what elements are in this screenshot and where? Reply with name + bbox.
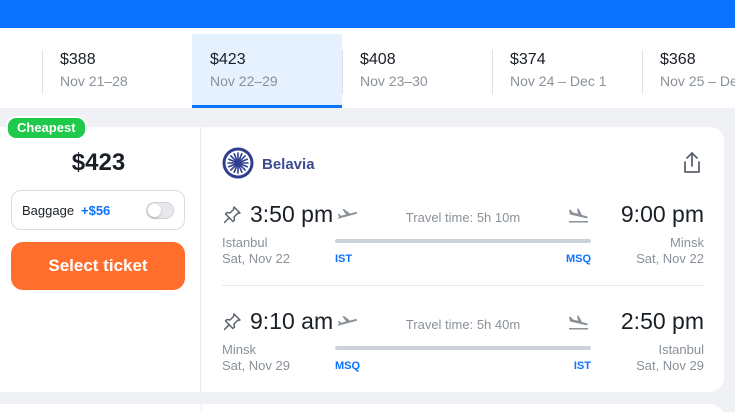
date-tab-price: $423 bbox=[210, 51, 246, 68]
segment-divider bbox=[222, 285, 704, 286]
tab-separator bbox=[642, 50, 643, 94]
date-tab[interactable]: $408 Nov 23–30 bbox=[342, 34, 492, 108]
date-tab-range: Nov 24 – Dec 1 bbox=[510, 73, 607, 89]
date-price-selector: $388 Nov 21–28 $423 Nov 22–29 $408 Nov 2… bbox=[0, 28, 735, 108]
departure-city: Istanbul bbox=[222, 235, 268, 250]
travel-time: Travel time: 5h 40m bbox=[405, 317, 521, 332]
departure-time: 3:50 pm bbox=[250, 201, 334, 227]
date-tab-range: Nov 25 – Dec 2 bbox=[660, 73, 735, 89]
departure-date: Sat, Nov 22 bbox=[222, 251, 290, 266]
belavia-logo bbox=[222, 147, 254, 179]
cheapest-badge: Cheapest bbox=[6, 116, 87, 140]
date-tab-price: $368 bbox=[660, 51, 696, 68]
flight-segment-return: 9:10 am Minsk Sat, Nov 29 Travel time: 5… bbox=[222, 308, 704, 388]
arrival-airport-code: IST bbox=[573, 360, 591, 372]
tab-separator bbox=[492, 50, 493, 94]
plane-landing-icon bbox=[569, 208, 588, 223]
travel-time: Travel time: 5h 10m bbox=[405, 210, 521, 225]
ticket-price: $423 bbox=[71, 149, 126, 176]
baggage-label: Baggage bbox=[22, 203, 75, 218]
date-tab-price: $408 bbox=[360, 51, 396, 68]
departure-city: Minsk bbox=[222, 342, 256, 357]
ticket-price-panel: $423 Baggage +$56 Select ticket bbox=[0, 127, 201, 392]
date-tab-price: $388 bbox=[60, 51, 96, 68]
select-ticket-button[interactable]: Select ticket bbox=[11, 242, 185, 290]
date-tab-range: Nov 21–28 bbox=[60, 73, 128, 89]
date-tab-selected[interactable]: $423 Nov 22–29 bbox=[192, 34, 342, 108]
departure-airport-code: MSQ bbox=[335, 360, 361, 372]
pin-icon[interactable] bbox=[222, 205, 242, 225]
departure-airport-code: IST bbox=[335, 253, 353, 265]
arrival-airport-code: MSQ bbox=[565, 253, 591, 265]
baggage-toggle[interactable] bbox=[146, 202, 174, 219]
arrival-city: Istanbul bbox=[658, 342, 704, 357]
airline-name: Belavia bbox=[262, 156, 315, 173]
arrival-date: Sat, Nov 22 bbox=[636, 251, 704, 266]
date-tab-range: Nov 22–29 bbox=[210, 73, 278, 89]
departure-time: 9:10 am bbox=[250, 308, 334, 334]
card-column-divider bbox=[201, 404, 202, 412]
route-line bbox=[335, 346, 591, 350]
baggage-option[interactable]: Baggage +$56 bbox=[11, 190, 185, 230]
top-bar bbox=[0, 0, 735, 28]
plane-landing-icon bbox=[569, 315, 588, 330]
arrival-city: Minsk bbox=[670, 235, 704, 250]
arrival-time: 2:50 pm bbox=[620, 308, 704, 334]
arrival-date: Sat, Nov 29 bbox=[636, 358, 704, 373]
next-ticket-card bbox=[0, 404, 724, 412]
baggage-price: +$56 bbox=[81, 203, 111, 218]
departure-date: Sat, Nov 29 bbox=[222, 358, 290, 373]
tab-separator bbox=[342, 50, 343, 94]
date-tab[interactable]: $368 Nov 25 – Dec 2 bbox=[642, 34, 735, 108]
date-tab[interactable]: $374 Nov 24 – Dec 1 bbox=[492, 34, 642, 108]
toggle-knob bbox=[148, 204, 161, 217]
share-icon[interactable] bbox=[681, 151, 703, 175]
ticket-card: $423 Baggage +$56 Select ticket Belavia bbox=[0, 127, 724, 392]
date-tab-range: Nov 23–30 bbox=[360, 73, 428, 89]
date-tab-price: $374 bbox=[510, 51, 546, 68]
date-tab[interactable]: $388 Nov 21–28 bbox=[42, 34, 192, 108]
arrival-time: 9:00 pm bbox=[620, 201, 704, 227]
tab-separator bbox=[42, 50, 43, 94]
flight-segment-outbound: 3:50 pm Istanbul Sat, Nov 22 Travel time… bbox=[222, 201, 704, 281]
pin-icon[interactable] bbox=[222, 312, 242, 332]
route-line bbox=[335, 239, 591, 243]
